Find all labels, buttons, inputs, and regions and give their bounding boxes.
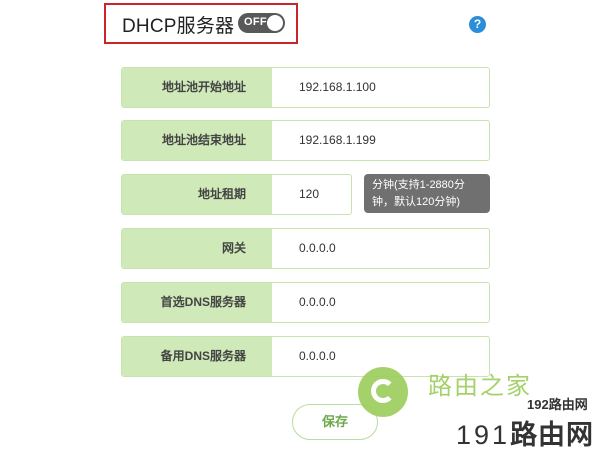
field-label: 地址租期 — [122, 175, 272, 214]
start-address-input[interactable]: 192.168.1.100 — [299, 68, 376, 107]
watermark-num: 191 — [456, 420, 511, 450]
toggle-state-label: OFF — [244, 16, 267, 28]
field-start-address: 地址池开始地址 192.168.1.100 — [121, 67, 490, 108]
watermark-logo-icon — [358, 367, 408, 417]
watermark-logo-mark — [371, 379, 395, 403]
field-end-address: 地址池结束地址 192.168.1.199 — [121, 120, 490, 161]
gateway-input[interactable]: 0.0.0.0 — [299, 229, 336, 268]
field-gateway: 网关 0.0.0.0 — [121, 228, 490, 269]
lease-hint-line2: 钟，默认120分钟) — [372, 196, 461, 208]
field-label: 备用DNS服务器 — [122, 337, 272, 376]
watermark-brand: 路由之家 — [428, 373, 532, 400]
end-address-input[interactable]: 192.168.1.199 — [299, 121, 376, 160]
watermark-site-large: 191路由网 — [456, 413, 594, 452]
primary-dns-input[interactable]: 0.0.0.0 — [299, 283, 336, 322]
dhcp-toggle[interactable]: OFF — [238, 13, 285, 33]
secondary-dns-input[interactable]: 0.0.0.0 — [299, 337, 336, 376]
field-lease-time: 地址租期 120 — [121, 174, 352, 215]
watermark-site: 192路由网 — [527, 397, 588, 412]
field-label: 首选DNS服务器 — [122, 283, 272, 322]
watermark-tail: 路由网 — [510, 420, 595, 450]
page-title: DHCP服务器 — [122, 16, 235, 37]
field-label: 网关 — [122, 229, 272, 268]
lease-hint-line1: 分钟(支持1-2880分 — [372, 179, 465, 191]
lease-time-input[interactable]: 120 — [299, 175, 319, 214]
help-icon[interactable]: ? — [469, 16, 486, 33]
field-label: 地址池开始地址 — [122, 68, 272, 107]
lease-hint: 分钟(支持1-2880分 钟，默认120分钟) — [364, 174, 490, 213]
toggle-knob — [267, 15, 283, 31]
field-label: 地址池结束地址 — [122, 121, 272, 160]
field-primary-dns: 首选DNS服务器 0.0.0.0 — [121, 282, 490, 323]
